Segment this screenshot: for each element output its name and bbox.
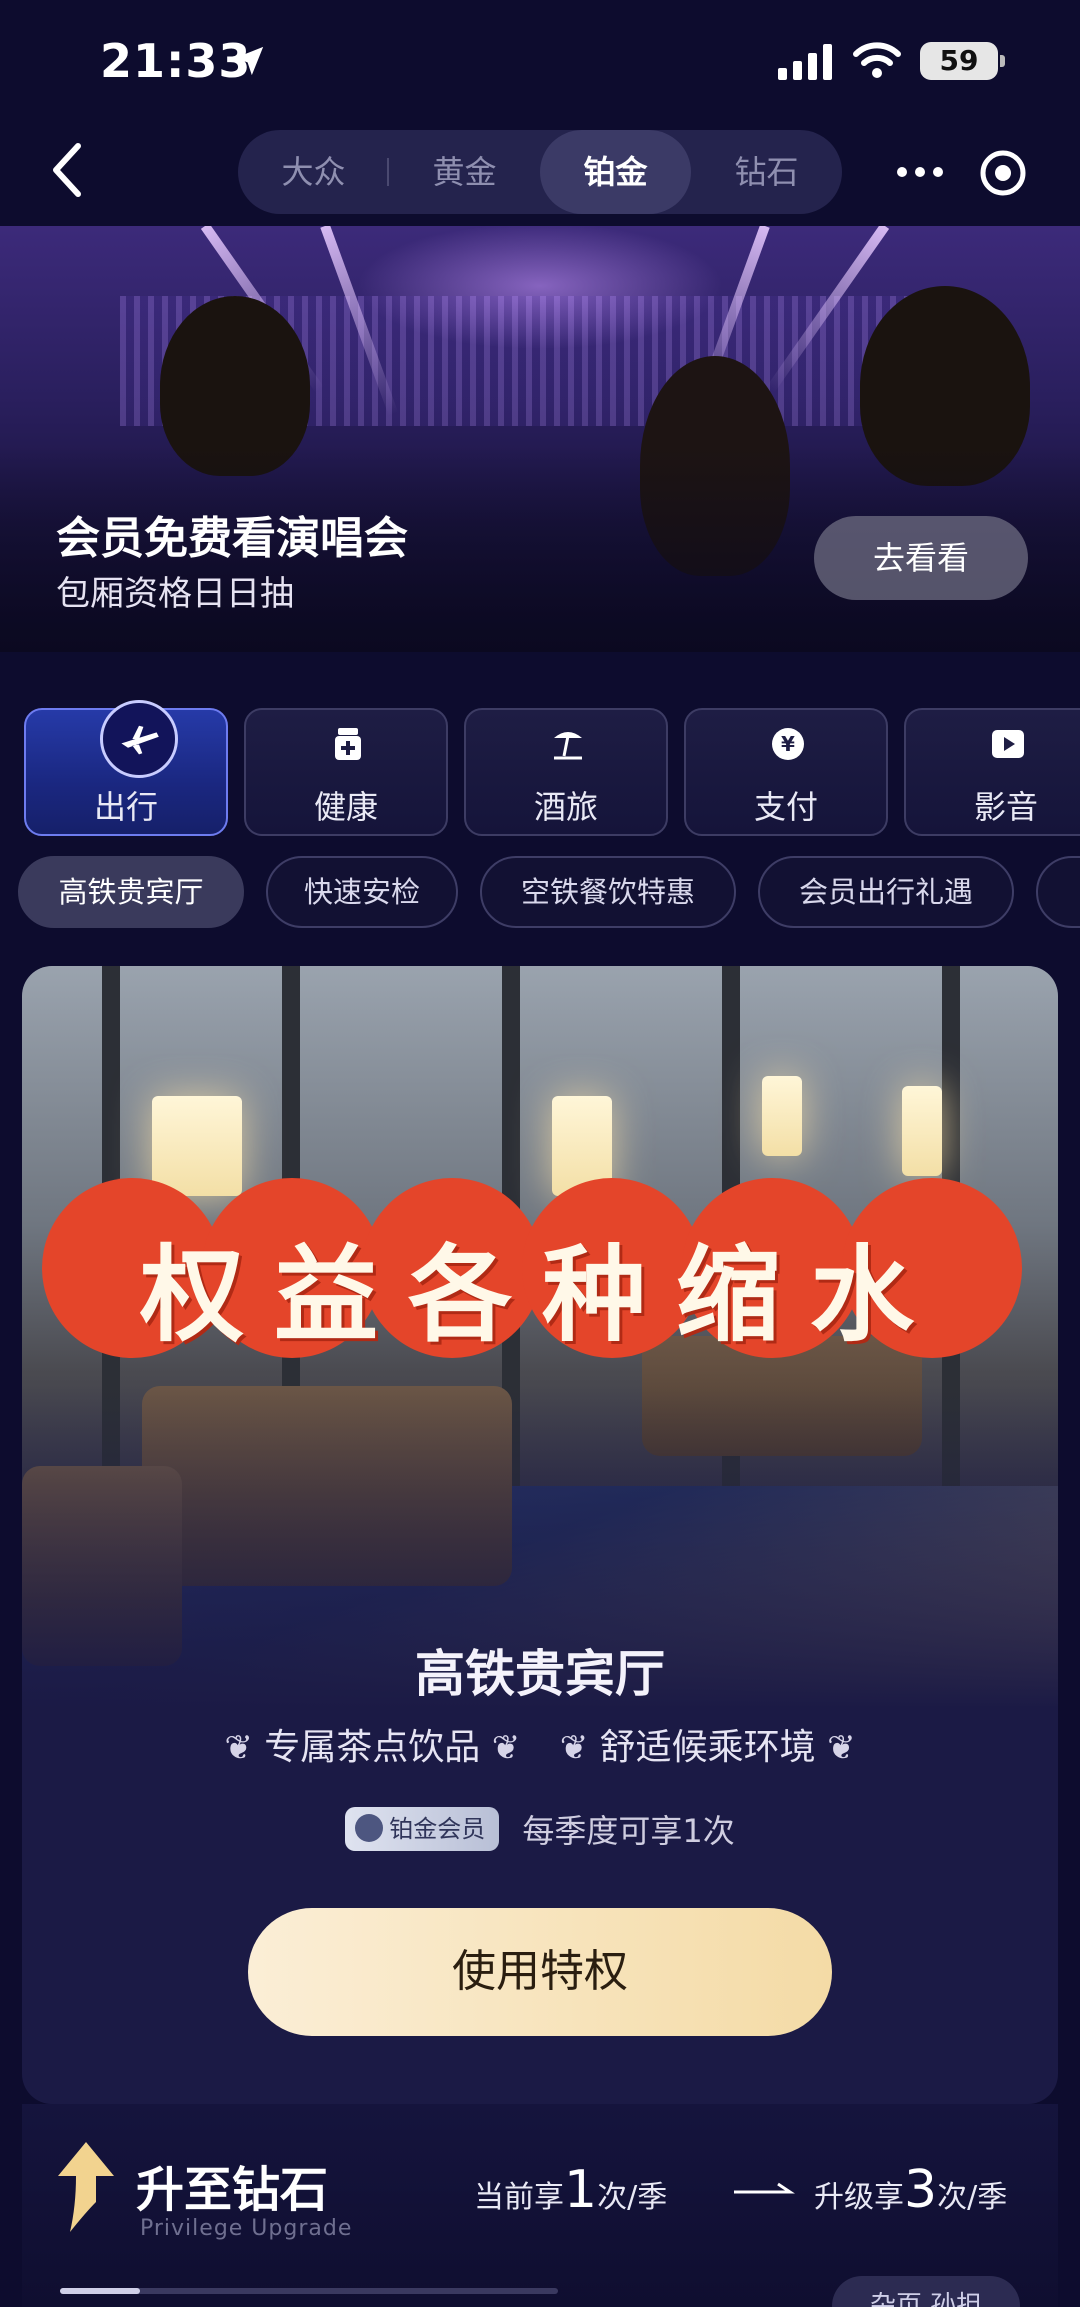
perk-item: ❦ 舒适候乘环境 ❦ <box>560 1718 856 1770</box>
membership-row: 铂金会员 每季度可享1次 <box>22 1806 1058 1852</box>
subcategory-chips: 高铁贵宾厅 快速安检 空铁餐饮特惠 会员出行礼遇 <box>18 856 1080 930</box>
tier-tab-zuanshi[interactable]: 钻石 <box>691 130 842 214</box>
current-suffix: 次/季 <box>597 2180 668 2215</box>
new-suffix: 次/季 <box>937 2180 1008 2215</box>
beach-umbrella-icon <box>554 732 582 760</box>
chip-more[interactable] <box>1036 856 1080 928</box>
laurel-icon: ❦ <box>559 1728 589 1768</box>
lamp <box>762 1076 802 1156</box>
perk-text: 专属茶点饮品 <box>264 1727 481 1768</box>
laurel-icon: ❦ <box>827 1728 856 1768</box>
battery-indicator: 59 <box>920 42 1005 80</box>
lamp <box>902 1086 942 1176</box>
chip-fast-security[interactable]: 快速安检 <box>266 856 458 928</box>
laurel-icon: ❦ <box>491 1728 521 1768</box>
privilege-card: 权益各种缩水 高铁贵宾厅 ❦ 专属茶点饮品 ❦ ❦ 舒适候乘环境 ❦ 铂金会员 … <box>22 966 1058 2104</box>
chip-vip-lounge[interactable]: 高铁贵宾厅 <box>18 856 244 928</box>
status-bar: 21:33 59 <box>0 0 1080 120</box>
perk-item: ❦ 专属茶点饮品 ❦ <box>224 1718 520 1770</box>
upgrade-title: 升至钻石 <box>136 2162 329 2218</box>
upgrade-more-button[interactable]: 杂页 孙担 <box>832 2276 1020 2307</box>
banner-subtitle: 包厢资格日日抽 <box>56 574 294 614</box>
category-tab-health[interactable]: 健康 <box>244 708 448 836</box>
tier-tabs: 大众 黄金 铂金 钻石 <box>238 130 842 214</box>
status-time: 21:33 <box>100 34 252 88</box>
chip-member-travel-gifts[interactable]: 会员出行礼遇 <box>758 856 1014 928</box>
badge-shield-icon <box>355 1814 384 1842</box>
tier-tab-bojin[interactable]: 铂金 <box>540 130 691 214</box>
perk-text: 舒适候乘环境 <box>599 1727 816 1768</box>
category-label: 影音 <box>973 788 1038 826</box>
medicine-bottle-icon <box>335 728 361 760</box>
card-title: 高铁贵宾厅 <box>415 1645 665 1703</box>
chip-dining-deals[interactable]: 空铁餐饮特惠 <box>480 856 736 928</box>
close-miniprogram-icon[interactable] <box>978 148 1028 198</box>
overlay-stamp: 权益各种缩水 <box>42 1178 1042 1358</box>
upgrade-subtitle: Privilege Upgrade <box>140 2216 353 2241</box>
yuan-coin-icon: ¥ <box>772 728 804 760</box>
category-tab-travel[interactable]: 出行 <box>24 700 228 836</box>
category-label: 健康 <box>313 788 378 826</box>
location-arrow-icon <box>234 46 264 76</box>
overlay-stamp-text: 权益各种缩水 <box>139 1234 944 1356</box>
upgraded-usage: 升级享3次/季 <box>814 2160 1007 2220</box>
category-tab-hotel-travel[interactable]: 酒旅 <box>464 708 668 836</box>
current-usage: 当前享1次/季 <box>474 2160 667 2220</box>
wifi-icon <box>853 42 901 78</box>
category-tab-media[interactable]: 影音 <box>904 708 1080 836</box>
upgrade-arrow-icon <box>58 2142 114 2232</box>
category-tab-payment[interactable]: ¥ 支付 <box>684 708 888 836</box>
badge-text: 铂金会员 <box>389 1815 486 1843</box>
use-privilege-button[interactable]: 使用特权 <box>248 1908 832 2036</box>
new-count: 3 <box>904 2160 938 2220</box>
category-tabs: 出行 健康 酒旅 ¥ 支付 影音 <box>24 700 1080 836</box>
current-prefix: 当前享 <box>474 2180 564 2215</box>
perk-list: ❦ 专属茶点饮品 ❦ ❦ 舒适候乘环境 ❦ <box>22 1718 1058 1770</box>
arrow-right-icon <box>734 2182 795 2194</box>
concert-banner[interactable]: 会员免费看演唱会 包厢资格日日抽 去看看 <box>0 226 1080 652</box>
category-label: 支付 <box>753 788 818 826</box>
category-label: 出行 <box>93 788 158 826</box>
tier-tab-dazhong[interactable]: 大众 <box>238 130 389 214</box>
banner-go-button[interactable]: 去看看 <box>814 516 1028 600</box>
current-count: 1 <box>564 2160 598 2220</box>
usage-frequency: 每季度可享1次 <box>522 1812 735 1850</box>
laurel-icon: ❦ <box>224 1728 253 1768</box>
scroll-thumb[interactable] <box>60 2288 140 2294</box>
play-icon <box>992 730 1024 758</box>
cellular-signal-icon <box>778 44 832 80</box>
svg-text:¥: ¥ <box>781 732 795 756</box>
category-label: 酒旅 <box>533 788 598 826</box>
plane-icon <box>100 700 178 778</box>
membership-badge: 铂金会员 <box>345 1807 500 1851</box>
banner-title: 会员免费看演唱会 <box>56 513 408 564</box>
tier-tab-huangjin[interactable]: 黄金 <box>389 130 540 214</box>
back-chevron-icon[interactable] <box>44 140 94 200</box>
more-dots-icon[interactable] <box>892 150 948 194</box>
new-prefix: 升级享 <box>814 2180 904 2215</box>
